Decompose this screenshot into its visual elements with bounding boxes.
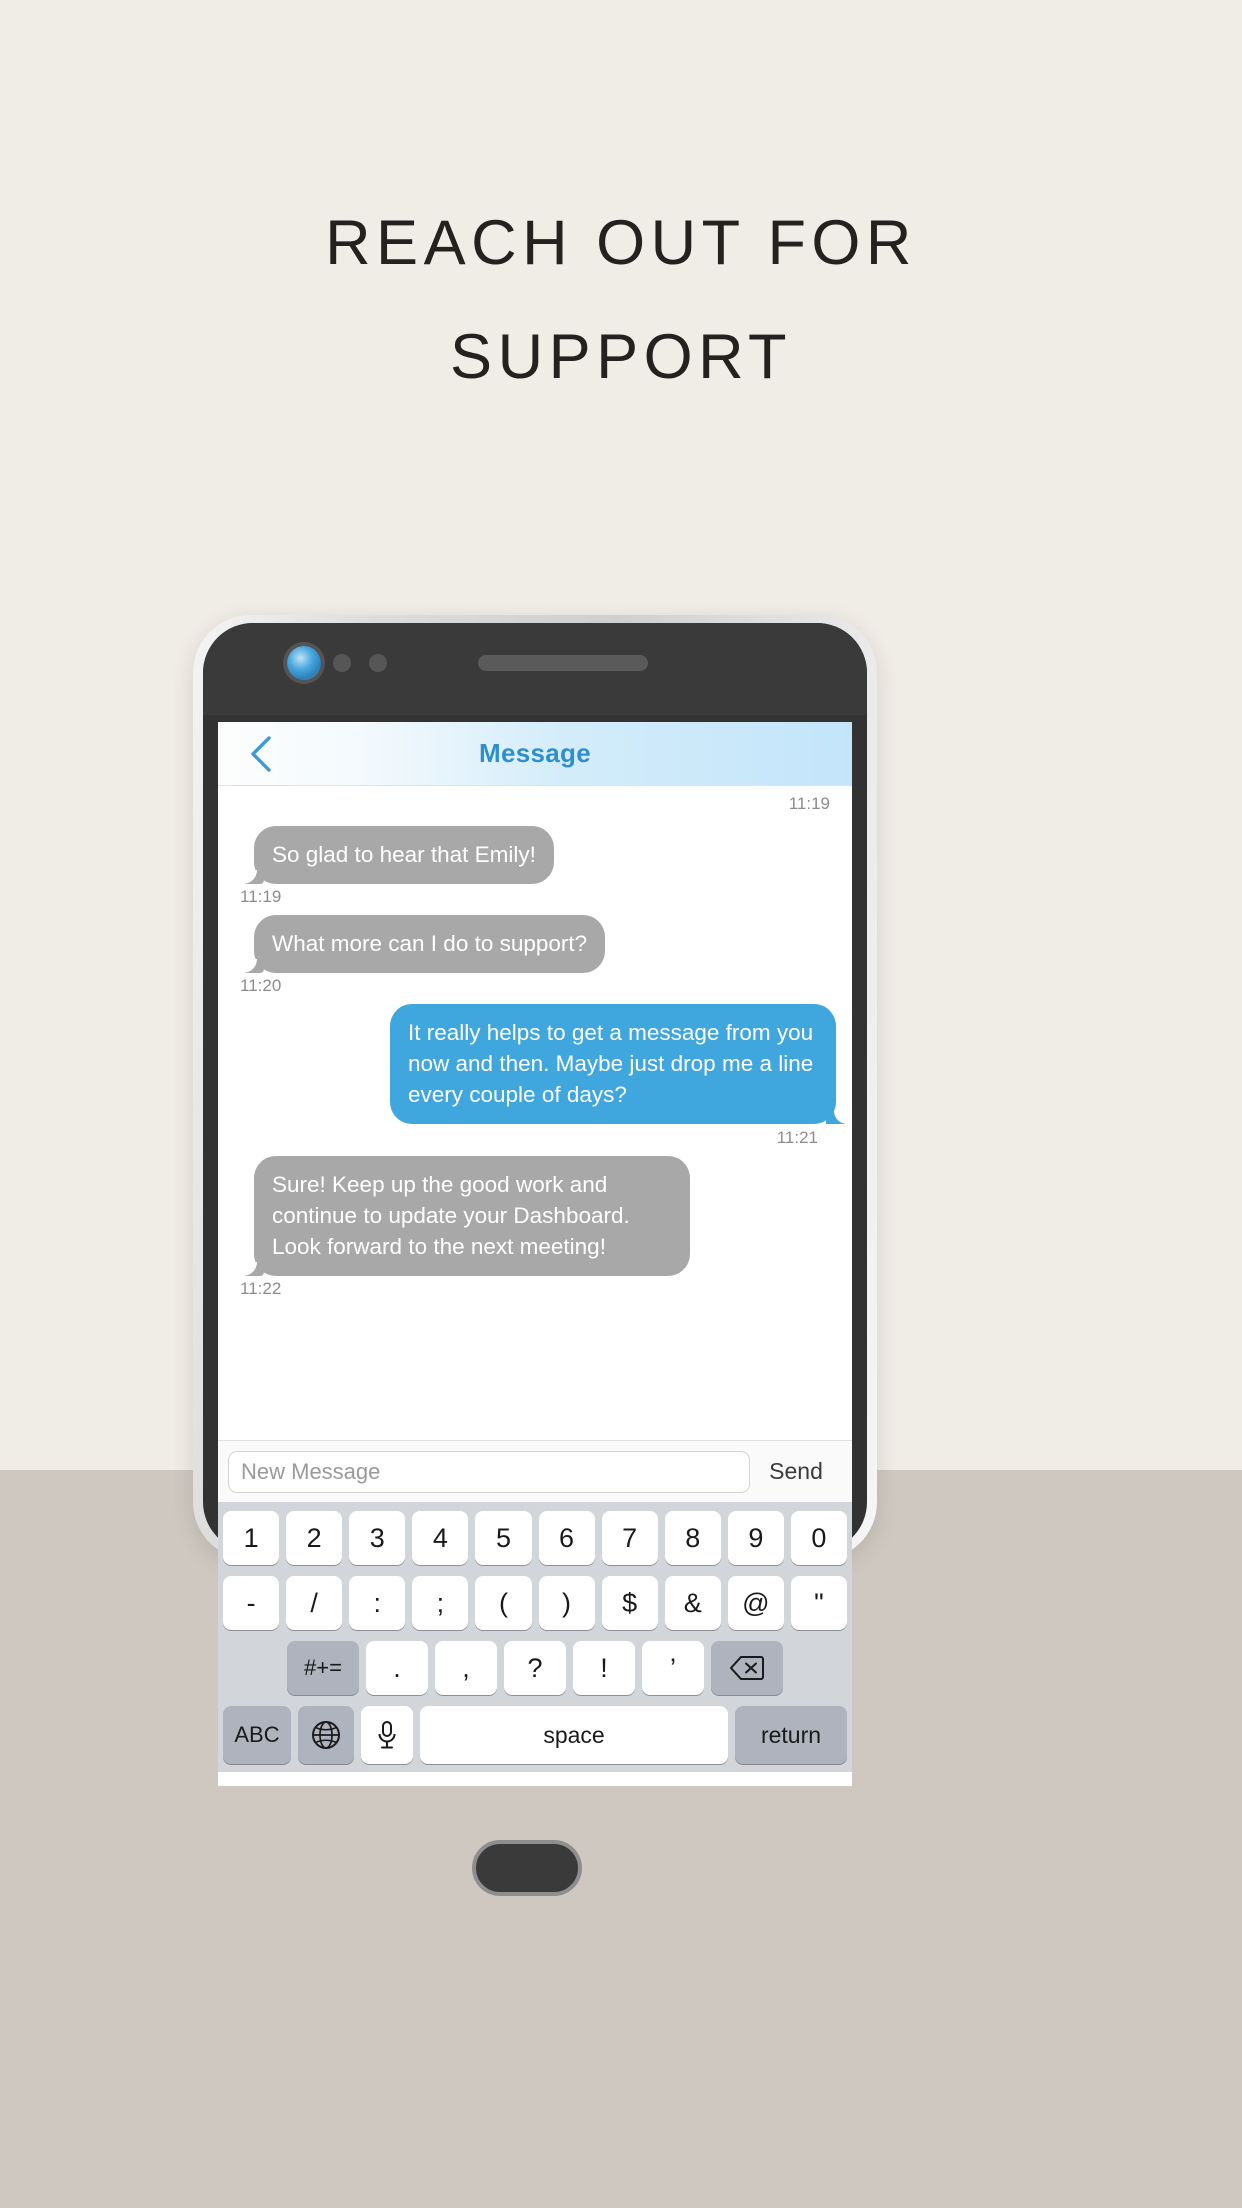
message-row: What more can I do to support? 11:20 <box>234 915 836 996</box>
message-timestamp: 11:20 <box>240 976 282 995</box>
key-quote[interactable]: " <box>790 1576 847 1630</box>
key-semicolon[interactable]: ; <box>412 1576 469 1630</box>
timestamp-top: 11:19 <box>788 794 830 813</box>
keyboard-row-bottom: ABC space return <box>223 1706 847 1764</box>
message-row: So glad to hear that Emily! 11:19 <box>234 826 836 907</box>
key-paren-open[interactable]: ( <box>475 1576 532 1630</box>
key-slash[interactable]: / <box>286 1576 343 1630</box>
message-bubble-outgoing[interactable]: It really helps to get a message from yo… <box>390 1004 848 1124</box>
key-symbols-toggle[interactable]: #+= <box>287 1641 359 1695</box>
key-7[interactable]: 7 <box>601 1511 658 1565</box>
key-space[interactable]: space <box>420 1706 728 1764</box>
message-timestamp: 11:21 <box>776 1128 818 1147</box>
message-row: Sure! Keep up the good work and continue… <box>234 1156 836 1299</box>
message-input-bar: Send <box>218 1440 852 1502</box>
key-return[interactable]: return <box>735 1706 847 1764</box>
key-6[interactable]: 6 <box>538 1511 595 1565</box>
sensor-dot-icon <box>369 654 387 672</box>
message-timestamp: 11:19 <box>240 887 282 906</box>
key-paren-close[interactable]: ) <box>538 1576 595 1630</box>
message-timestamp: 11:22 <box>240 1279 282 1298</box>
message-bubble-incoming[interactable]: Sure! Keep up the good work and continue… <box>241 1156 690 1276</box>
microphone-icon[interactable] <box>361 1706 413 1764</box>
key-hyphen[interactable]: - <box>223 1576 280 1630</box>
key-9[interactable]: 9 <box>727 1511 784 1565</box>
backspace-icon[interactable] <box>711 1641 783 1695</box>
key-exclamation[interactable]: ! <box>573 1641 635 1695</box>
key-3[interactable]: 3 <box>349 1511 406 1565</box>
key-2[interactable]: 2 <box>286 1511 343 1565</box>
keyboard-row-symbols: - / : ; ( ) $ & @ " <box>223 1576 847 1630</box>
keyboard-row-numbers: 1 2 3 4 5 6 7 8 9 0 <box>223 1511 847 1565</box>
message-bubble-incoming[interactable]: So glad to hear that Emily! <box>241 826 554 884</box>
key-4[interactable]: 4 <box>412 1511 469 1565</box>
new-message-input[interactable] <box>228 1450 750 1493</box>
page-title: REACH OUT FOR SUPPORT <box>325 208 917 392</box>
conversation-list[interactable]: 11:19 So glad to hear that Emily! 11:19 … <box>218 786 852 1440</box>
send-button[interactable]: Send <box>750 1458 842 1485</box>
key-0[interactable]: 0 <box>790 1511 847 1565</box>
home-button[interactable] <box>472 1840 582 1896</box>
camera-lens-icon <box>287 646 321 680</box>
key-ampersand[interactable]: & <box>664 1576 721 1630</box>
message-bubble-incoming[interactable]: What more can I do to support? <box>240 915 606 973</box>
message-title: Message <box>479 738 591 768</box>
key-apostrophe[interactable]: ’ <box>642 1641 704 1695</box>
message-row: It really helps to get a message from yo… <box>234 1004 848 1148</box>
speaker-grille-icon <box>478 655 648 671</box>
keyboard-row-punctuation: #+= . , ? ! ’ <box>223 1641 847 1695</box>
sensor-dot-icon <box>333 654 351 672</box>
phone-screen: Message 11:19 So glad to hear that Emily… <box>218 722 852 1786</box>
key-8[interactable]: 8 <box>664 1511 721 1565</box>
globe-icon[interactable] <box>298 1706 354 1764</box>
key-question[interactable]: ? <box>504 1641 566 1695</box>
key-at[interactable]: @ <box>727 1576 784 1630</box>
on-screen-keyboard: 1 2 3 4 5 6 7 8 9 0 - / : ; ( ) $ & @ " … <box>218 1502 852 1772</box>
key-5[interactable]: 5 <box>475 1511 532 1565</box>
key-comma[interactable]: , <box>435 1641 497 1695</box>
key-period[interactable]: . <box>366 1641 428 1695</box>
message-header: Message <box>218 722 852 786</box>
key-colon[interactable]: : <box>349 1576 406 1630</box>
key-dollar[interactable]: $ <box>601 1576 658 1630</box>
key-1[interactable]: 1 <box>223 1511 280 1565</box>
key-abc[interactable]: ABC <box>223 1706 291 1764</box>
